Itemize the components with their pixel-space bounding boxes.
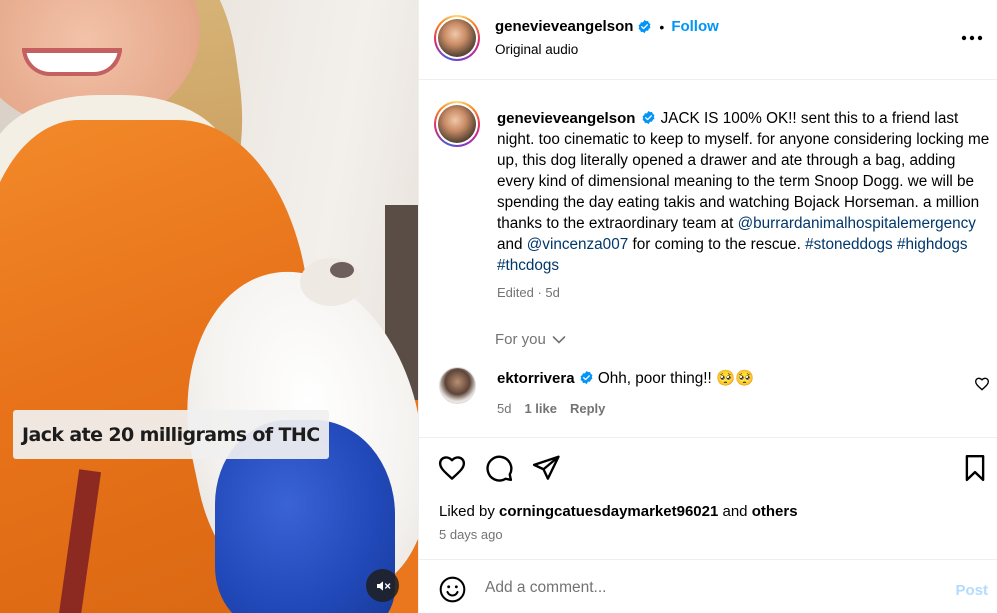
more-horizontal-icon — [961, 35, 983, 41]
caption-body: JACK IS 100% OK!! sent this to a friend … — [497, 110, 990, 232]
follow-button[interactable]: Follow — [671, 18, 719, 35]
post-actions — [419, 453, 997, 483]
caption-author-avatar[interactable] — [434, 101, 480, 147]
caption-conjunction: and — [497, 236, 527, 253]
post-video[interactable]: Jack ate 20 milligrams of THC — [0, 0, 418, 613]
like-heart-icon[interactable] — [437, 453, 467, 483]
mute-button[interactable] — [366, 569, 399, 602]
post-side-panel: genevieveangelson • Follow Original audi… — [418, 0, 997, 613]
verified-badge-icon — [580, 370, 592, 385]
caption-meta: Edited · 5d — [497, 285, 560, 300]
more-options-button[interactable] — [960, 26, 984, 50]
mention-link[interactable]: @burrardanimalhospitalemergency — [738, 215, 976, 232]
hashtag-link[interactable]: #highdogs — [897, 236, 968, 253]
header-separator: • — [659, 18, 665, 35]
actions-divider — [419, 437, 997, 438]
verified-badge-icon — [638, 19, 651, 34]
author-avatar[interactable] — [434, 15, 480, 61]
hashtag-link[interactable]: #thcdogs — [497, 257, 559, 274]
emoji-icon[interactable] — [439, 576, 466, 603]
video-dog-nose — [330, 262, 354, 278]
video-smile — [22, 48, 122, 76]
liked-by-user[interactable]: corningcatuesdaymarket96021 — [499, 503, 718, 520]
comment-text-row: ektorrivera Ohh, poor thing!! 🥺🥺 — [497, 369, 754, 388]
speaker-muted-icon — [376, 580, 390, 591]
author-row: genevieveangelson • Follow — [495, 18, 719, 35]
caption-author-username[interactable]: genevieveangelson — [497, 110, 635, 127]
commenter-avatar[interactable] — [439, 367, 476, 404]
save-bookmark-icon[interactable] — [960, 453, 990, 483]
caption-body-end: for coming to the rescue. — [628, 236, 806, 253]
liked-by-and: and — [718, 503, 752, 520]
mention-link[interactable]: @vincenza007 — [527, 236, 628, 253]
chevron-down-icon — [552, 335, 566, 344]
post-header: genevieveangelson • Follow Original audi… — [419, 0, 997, 80]
post-time[interactable]: 5 days ago — [439, 527, 503, 542]
add-comment-bar: Post — [419, 559, 997, 613]
comment-body: Ohh, poor thing!! 🥺🥺 — [597, 370, 755, 387]
verified-badge-icon — [642, 110, 655, 125]
comment-bubble-icon[interactable] — [484, 453, 514, 483]
comment-item: ektorrivera Ohh, poor thing!! 🥺🥺 5d 1 li… — [419, 362, 997, 432]
comment-like-heart-icon[interactable] — [974, 376, 990, 392]
liked-by: Liked by corningcatuesdaymarket96021 and… — [439, 503, 798, 520]
comment-meta: 5d 1 like Reply — [497, 401, 605, 416]
commenter-username[interactable]: ektorrivera — [497, 370, 575, 387]
audio-label[interactable]: Original audio — [495, 42, 578, 57]
caption-text: genevieveangelson JACK IS 100% OK!! sent… — [497, 108, 993, 276]
reply-button[interactable]: Reply — [570, 401, 605, 416]
liked-by-others[interactable]: others — [752, 503, 798, 520]
post-comment-button[interactable]: Post — [955, 582, 988, 599]
author-username[interactable]: genevieveangelson — [495, 18, 633, 35]
liked-by-prefix: Liked by — [439, 503, 500, 520]
hashtag-link[interactable]: #stoneddogs — [805, 236, 893, 253]
comment-input[interactable] — [485, 574, 925, 602]
share-paper-plane-icon[interactable] — [531, 453, 561, 483]
comment-age[interactable]: 5d — [497, 401, 511, 416]
comment-likes[interactable]: 1 like — [524, 401, 557, 416]
sort-label: For you — [495, 331, 546, 348]
video-caption-overlay: Jack ate 20 milligrams of THC — [13, 410, 329, 459]
comments-sort-dropdown[interactable]: For you — [495, 331, 566, 348]
